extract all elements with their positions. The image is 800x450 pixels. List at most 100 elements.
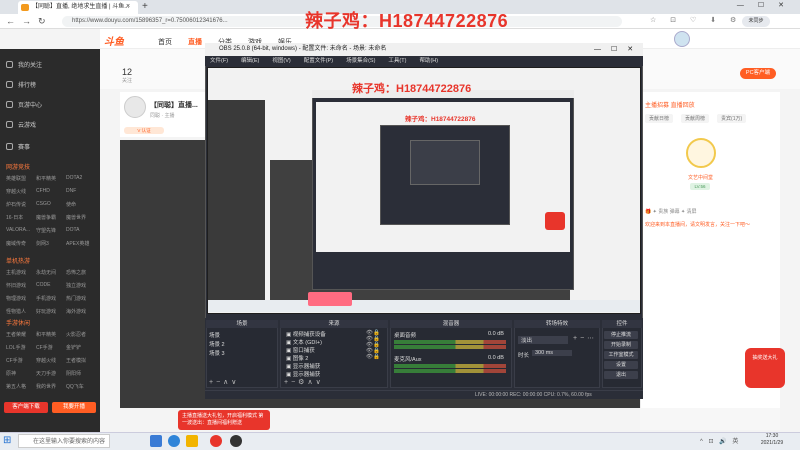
sidebar-game[interactable]: 和平精英 bbox=[36, 175, 66, 182]
sidebar-game[interactable]: 永劫无间 bbox=[36, 269, 66, 276]
taskbar-search[interactable]: 在这里输入你要搜索的内容 bbox=[18, 434, 110, 448]
sidebar-game[interactable]: 和平精英 bbox=[36, 331, 66, 338]
sidebar-game[interactable]: 我的世界 bbox=[36, 383, 66, 390]
sidebar-game[interactable]: 王者模拟 bbox=[66, 357, 96, 364]
obs-menu-help[interactable]: 帮助(H) bbox=[419, 58, 438, 64]
new-tab-icon[interactable]: + bbox=[142, 1, 148, 13]
start-recording-button[interactable]: 开始录制 bbox=[604, 341, 638, 349]
sidebar-game[interactable]: CODE bbox=[36, 282, 66, 289]
sidebar-game[interactable]: CF手游 bbox=[6, 357, 36, 364]
source-item[interactable]: ▣ 显示器捕获 bbox=[286, 370, 320, 378]
douyu-logo[interactable]: 斗鱼 bbox=[104, 33, 124, 48]
rank-tab-daily[interactable]: 贡献日榜 bbox=[645, 114, 674, 123]
stop-streaming-button[interactable]: 停止推流 bbox=[604, 331, 638, 339]
pc-client-button[interactable]: PC客户端 bbox=[740, 68, 776, 79]
source-item[interactable]: ▣ 文本 (GDI+) bbox=[286, 338, 322, 346]
file-explorer-icon[interactable] bbox=[186, 435, 198, 447]
sidebar-item-follow[interactable]: 我的关注 bbox=[6, 60, 42, 69]
chat-tabs[interactable]: 主播招募 直播回放 bbox=[645, 100, 695, 109]
sidebar-game[interactable]: 炉石传说 bbox=[6, 201, 36, 208]
sidebar-game[interactable]: CF手游 bbox=[36, 344, 66, 351]
sidebar-game[interactable]: 魔域传奇 bbox=[6, 240, 36, 247]
top-fan-avatar[interactable] bbox=[686, 138, 716, 168]
sidebar-game[interactable]: 物理游戏 bbox=[6, 295, 36, 302]
sidebar-game[interactable]: 使命 bbox=[66, 201, 96, 208]
follow-counter[interactable]: 12 关注 bbox=[122, 67, 132, 84]
sidebar-game[interactable]: 金铲铲 bbox=[66, 344, 96, 351]
sidebar-game[interactable]: 守望先锋 bbox=[36, 227, 66, 234]
studio-mode-button[interactable]: 工作室模式 bbox=[604, 351, 638, 359]
sidebar-game[interactable]: 魔兽争霸 bbox=[36, 214, 66, 221]
obs-menu-profile[interactable]: 配置文件(P) bbox=[304, 58, 333, 64]
promo-notice[interactable]: 主播直播送大礼包，开启福利模式 第一波送出：直播间福利赠送 bbox=[178, 410, 270, 430]
sidebar-game[interactable]: 天刀手游 bbox=[36, 370, 66, 377]
browser-window-controls[interactable]: —☐✕ bbox=[737, 1, 798, 9]
sidebar-game[interactable]: 主机游戏 bbox=[6, 269, 36, 276]
sidebar-game[interactable]: 怪物猎人 bbox=[6, 308, 36, 315]
obs-window-controls[interactable]: —☐✕ bbox=[594, 43, 643, 56]
streamer-avatar[interactable] bbox=[124, 96, 146, 118]
sidebar-game[interactable]: 好玩游戏 bbox=[36, 308, 66, 315]
sidebar-game[interactable]: 王者荣耀 bbox=[6, 331, 36, 338]
sidebar-game[interactable]: QQ飞车 bbox=[66, 383, 96, 390]
sidebar-game[interactable]: 16·日本 bbox=[6, 214, 36, 221]
sidebar-game[interactable]: 手机游戏 bbox=[36, 295, 66, 302]
exit-button[interactable]: 退出 bbox=[604, 371, 638, 379]
nav-home[interactable]: 首页 bbox=[158, 37, 172, 47]
sidebar-game[interactable]: 火影忍者 bbox=[66, 331, 96, 338]
sidebar-game[interactable]: 剑网3 bbox=[36, 240, 66, 247]
source-item[interactable]: ▣ 图像 2 bbox=[286, 354, 308, 362]
obs-menu-tools[interactable]: 工具(T) bbox=[388, 58, 406, 64]
obs-app-icon[interactable] bbox=[230, 435, 242, 447]
browser-tab[interactable]: 【同聪】直播, 绝地求生直播 | 斗鱼... bbox=[18, 1, 138, 14]
sidebar-game[interactable]: DOTA2 bbox=[66, 175, 96, 182]
user-avatar[interactable] bbox=[674, 31, 690, 47]
obs-menu-scene-collection[interactable]: 场景集合(S) bbox=[346, 58, 375, 64]
sidebar-game[interactable]: 恐怖之旅 bbox=[66, 269, 96, 276]
sidebar-game[interactable]: 魔兽世界 bbox=[66, 214, 96, 221]
sidebar-game[interactable]: VALORA... bbox=[6, 227, 36, 234]
sidebar-game[interactable]: 穿越火线 bbox=[6, 188, 36, 195]
sidebar-game[interactable]: 怀旧游戏 bbox=[6, 282, 36, 289]
sidebar-game[interactable]: CFHD bbox=[36, 188, 66, 195]
source-item[interactable]: ▣ 显示器捕获 bbox=[286, 362, 320, 370]
obs-menu-view[interactable]: 视图(V) bbox=[272, 58, 290, 64]
duration-field[interactable]: 300 ms bbox=[532, 350, 572, 356]
sidebar-game[interactable]: 英雄联盟 bbox=[6, 175, 36, 182]
settings-button[interactable]: 设置 bbox=[604, 361, 638, 369]
sidebar-item-webgame[interactable]: 页游中心 bbox=[6, 100, 42, 109]
sidebar-game[interactable]: 第五人格 bbox=[6, 383, 36, 390]
sidebar-game[interactable]: APEX英雄 bbox=[66, 240, 96, 247]
obs-menu-edit[interactable]: 编辑(E) bbox=[241, 58, 259, 64]
sidebar-game[interactable]: 阴阳师 bbox=[66, 370, 96, 377]
task-view-icon[interactable] bbox=[150, 435, 162, 447]
sidebar-game[interactable]: DOTA bbox=[66, 227, 96, 234]
tab-close-icon[interactable]: × bbox=[126, 1, 136, 13]
source-item[interactable]: ▣ 窗口捕获 bbox=[286, 346, 315, 354]
client-download-button[interactable]: 客户端下载 bbox=[4, 402, 48, 413]
douyu-app-icon[interactable] bbox=[210, 435, 222, 447]
edge-icon[interactable] bbox=[168, 435, 180, 447]
transition-select[interactable]: 淡出 bbox=[518, 336, 568, 344]
start-live-button[interactable]: 我要开播 bbox=[52, 402, 96, 413]
source-tools-icon[interactable]: +−⚙∧∨ bbox=[284, 378, 324, 386]
sidebar-game[interactable]: LOL手游 bbox=[6, 344, 36, 351]
sidebar-game[interactable]: 穿越火线 bbox=[36, 357, 66, 364]
sidebar-game[interactable]: 热门游戏 bbox=[66, 295, 96, 302]
sidebar-item-rank[interactable]: 排行榜 bbox=[6, 80, 36, 89]
browser-extension-icons[interactable]: ☆ ⊡ ♡ ⬇ ⚙ bbox=[650, 16, 742, 24]
sidebar-game[interactable]: 独立游戏 bbox=[66, 282, 96, 289]
transition-add-remove-icon[interactable]: +−⋯ bbox=[573, 334, 597, 342]
forward-icon[interactable]: → bbox=[22, 15, 31, 28]
rank-tab-vip[interactable]: 贵宾(1万) bbox=[717, 114, 747, 123]
browser-profile-button[interactable]: 未同步 bbox=[742, 16, 770, 27]
rank-tab-weekly[interactable]: 贡献周榜 bbox=[681, 114, 710, 123]
sidebar-game[interactable]: CSGO bbox=[36, 201, 66, 208]
source-visibility-icons[interactable]: 👁🔒 👁🔒 👁🔒 👁🔒 👁🔒 bbox=[366, 330, 380, 360]
taskbar-clock[interactable]: 17:30 2021/1/29 bbox=[752, 433, 792, 447]
obs-menu-file[interactable]: 文件(F) bbox=[210, 58, 228, 64]
scene-item[interactable]: 场景 3 bbox=[209, 349, 225, 357]
sidebar-item-cloudgame[interactable]: 云游戏 bbox=[6, 120, 36, 129]
scene-item[interactable]: 场景 bbox=[209, 331, 220, 339]
sidebar-game[interactable]: 原神 bbox=[6, 370, 36, 377]
